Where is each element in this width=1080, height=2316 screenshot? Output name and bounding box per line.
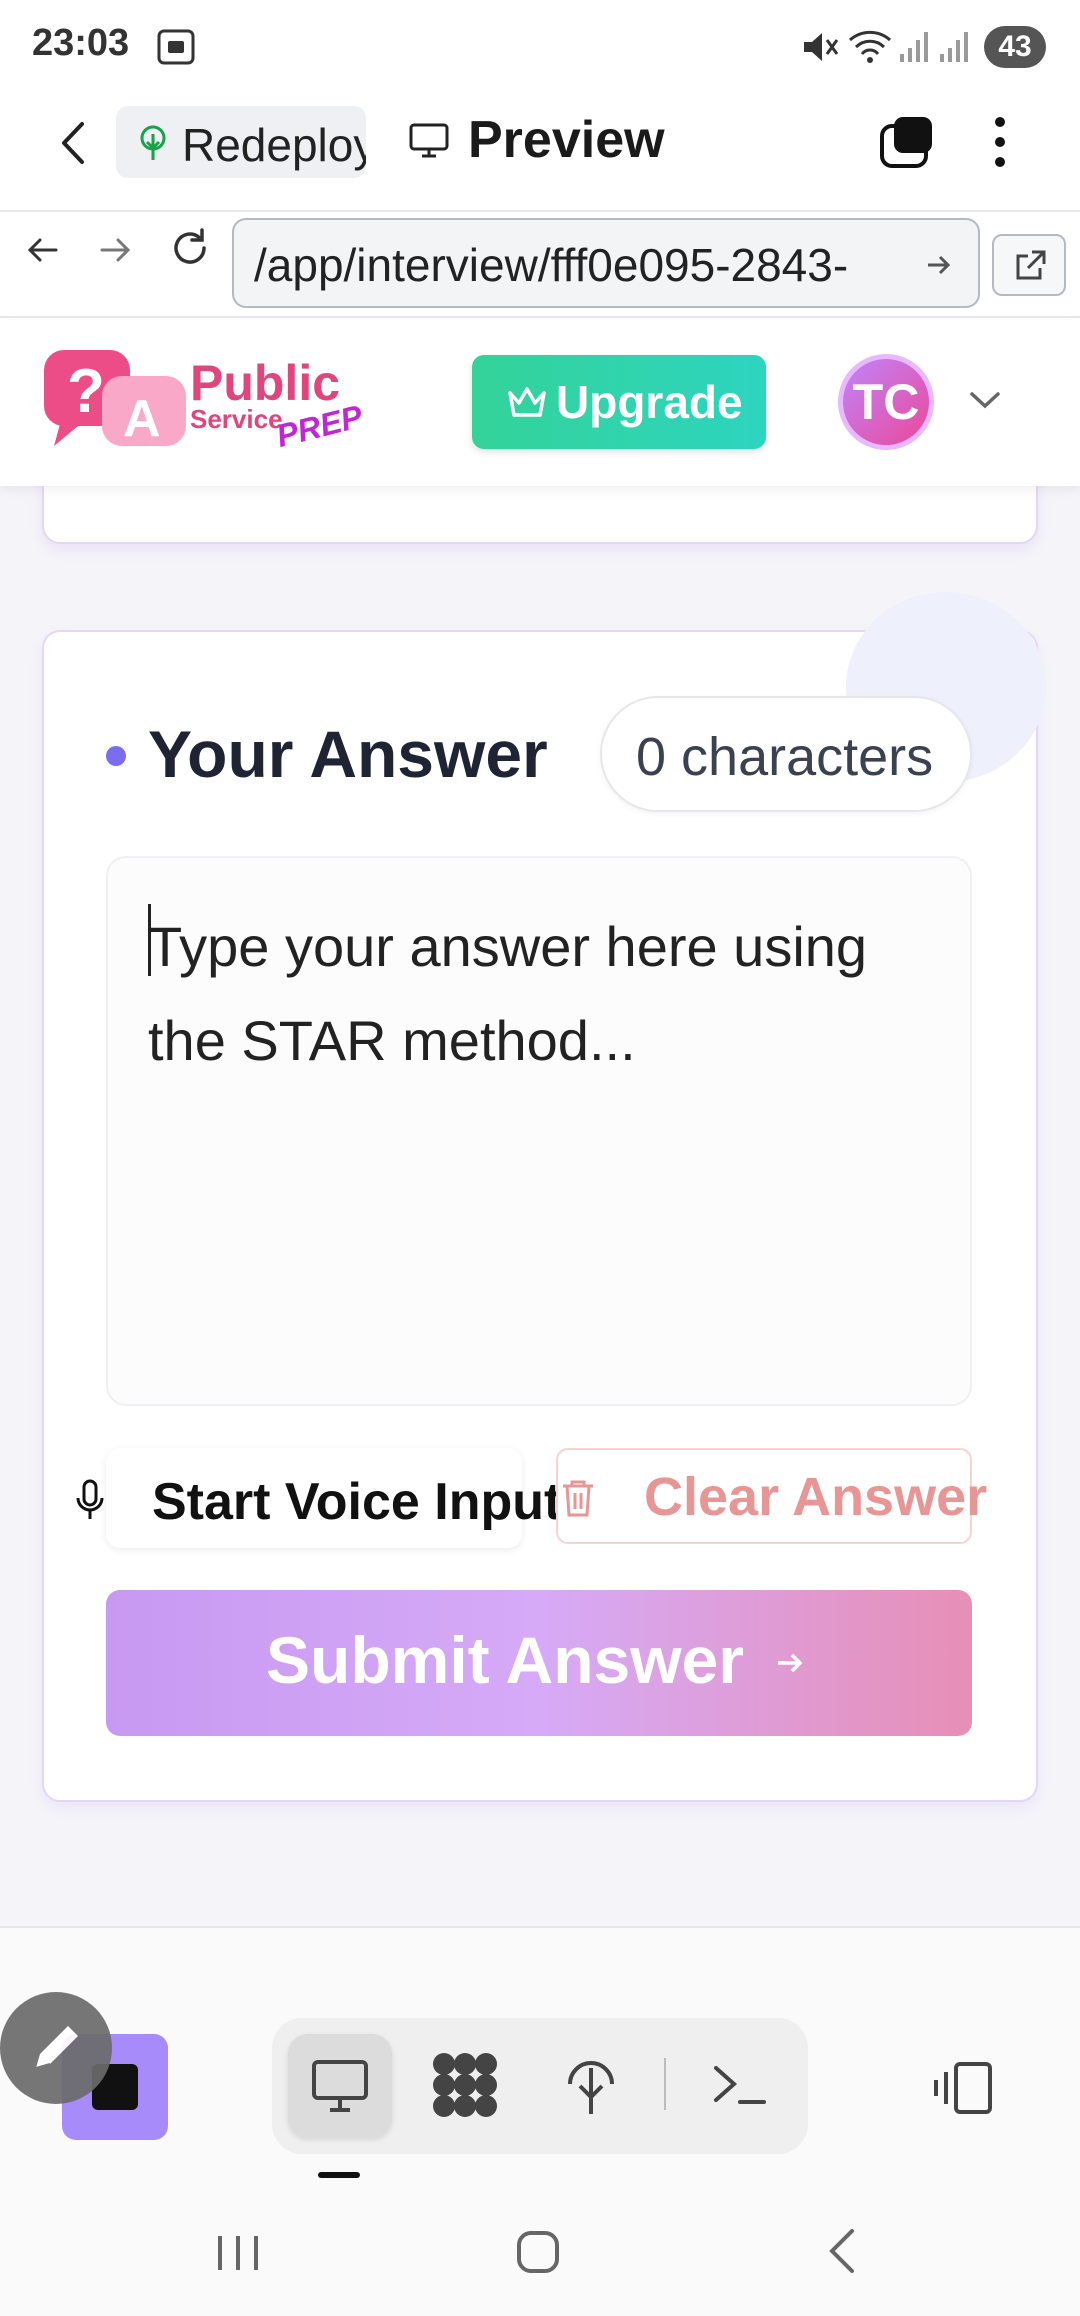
submit-answer-label: Submit Answer (266, 1623, 744, 1697)
screenshot-icon (156, 28, 196, 66)
logo-text-service: Service (190, 404, 283, 434)
separator (664, 2058, 666, 2110)
back-icon[interactable] (22, 230, 62, 270)
character-count-badge: 0 characters (600, 696, 972, 812)
monitor-icon (408, 120, 450, 162)
recent-apps-icon[interactable] (214, 2232, 262, 2274)
accent-dot (106, 746, 126, 766)
forward-icon[interactable] (96, 230, 136, 270)
svg-text:?: ? (67, 357, 105, 426)
tab-preview-label: Preview (468, 111, 665, 169)
view-preview-button[interactable] (288, 2034, 392, 2138)
text-caret (148, 904, 151, 976)
submit-answer-button[interactable]: Submit Answer (106, 1590, 972, 1736)
external-link-icon (1012, 248, 1048, 284)
trash-icon (560, 1478, 596, 1518)
terminal-icon[interactable] (710, 2060, 770, 2110)
signal-icon (898, 30, 974, 64)
logo-bubbles[interactable]: ? A (40, 346, 190, 456)
tab-redeploy-label: Redeploy (182, 119, 366, 171)
open-external-button[interactable] (992, 234, 1066, 296)
clear-answer-button[interactable]: Clear Answer (556, 1448, 987, 1544)
character-count: 0 characters (636, 727, 934, 787)
arrow-right-icon (774, 1648, 806, 1678)
device-switch-icon[interactable] (930, 2060, 996, 2116)
battery-indicator: 43 (984, 26, 1046, 68)
start-voice-input-button[interactable]: Start Voice Input (106, 1448, 561, 1548)
clear-answer-label: Clear Answer (644, 1467, 988, 1527)
monitor-icon (310, 2058, 370, 2114)
more-icon[interactable] (988, 114, 1012, 170)
tree-icon[interactable] (562, 2052, 620, 2118)
voice-input-label: Start Voice Input (152, 1473, 562, 1531)
arrow-right-icon (924, 250, 954, 280)
wifi-icon (848, 28, 892, 66)
back-icon[interactable] (822, 2226, 862, 2276)
chevron-down-icon[interactable] (968, 388, 1002, 412)
pencil-icon (28, 2018, 86, 2076)
url-text: /app/interview/fff0e095-2843- (254, 239, 849, 291)
answer-input[interactable] (148, 900, 938, 1360)
refresh-icon[interactable] (168, 226, 212, 270)
upgrade-button[interactable]: Upgrade (472, 355, 766, 449)
svg-text:A: A (123, 390, 161, 448)
mute-icon (800, 28, 840, 66)
crown-icon (506, 385, 548, 421)
status-bar: 23:03 43 (0, 0, 1080, 90)
status-time: 23:03 (32, 22, 130, 64)
active-tab-indicator (318, 2172, 360, 2178)
answer-textarea-box[interactable] (106, 856, 972, 1406)
mic-icon[interactable] (72, 1478, 108, 1522)
tree-icon (136, 124, 170, 162)
back-icon[interactable] (54, 118, 94, 168)
edit-button[interactable] (0, 1992, 112, 2104)
url-field[interactable]: /app/interview/fff0e095-2843- (232, 218, 980, 308)
answer-title: Your Answer (148, 717, 548, 791)
grid-icon[interactable] (430, 2050, 500, 2120)
tab-redeploy[interactable]: Redeploy (116, 106, 366, 178)
avatar[interactable]: TC (838, 354, 934, 450)
upgrade-label: Upgrade (556, 376, 743, 428)
home-icon[interactable] (514, 2228, 562, 2276)
tabs-icon[interactable] (878, 114, 936, 170)
